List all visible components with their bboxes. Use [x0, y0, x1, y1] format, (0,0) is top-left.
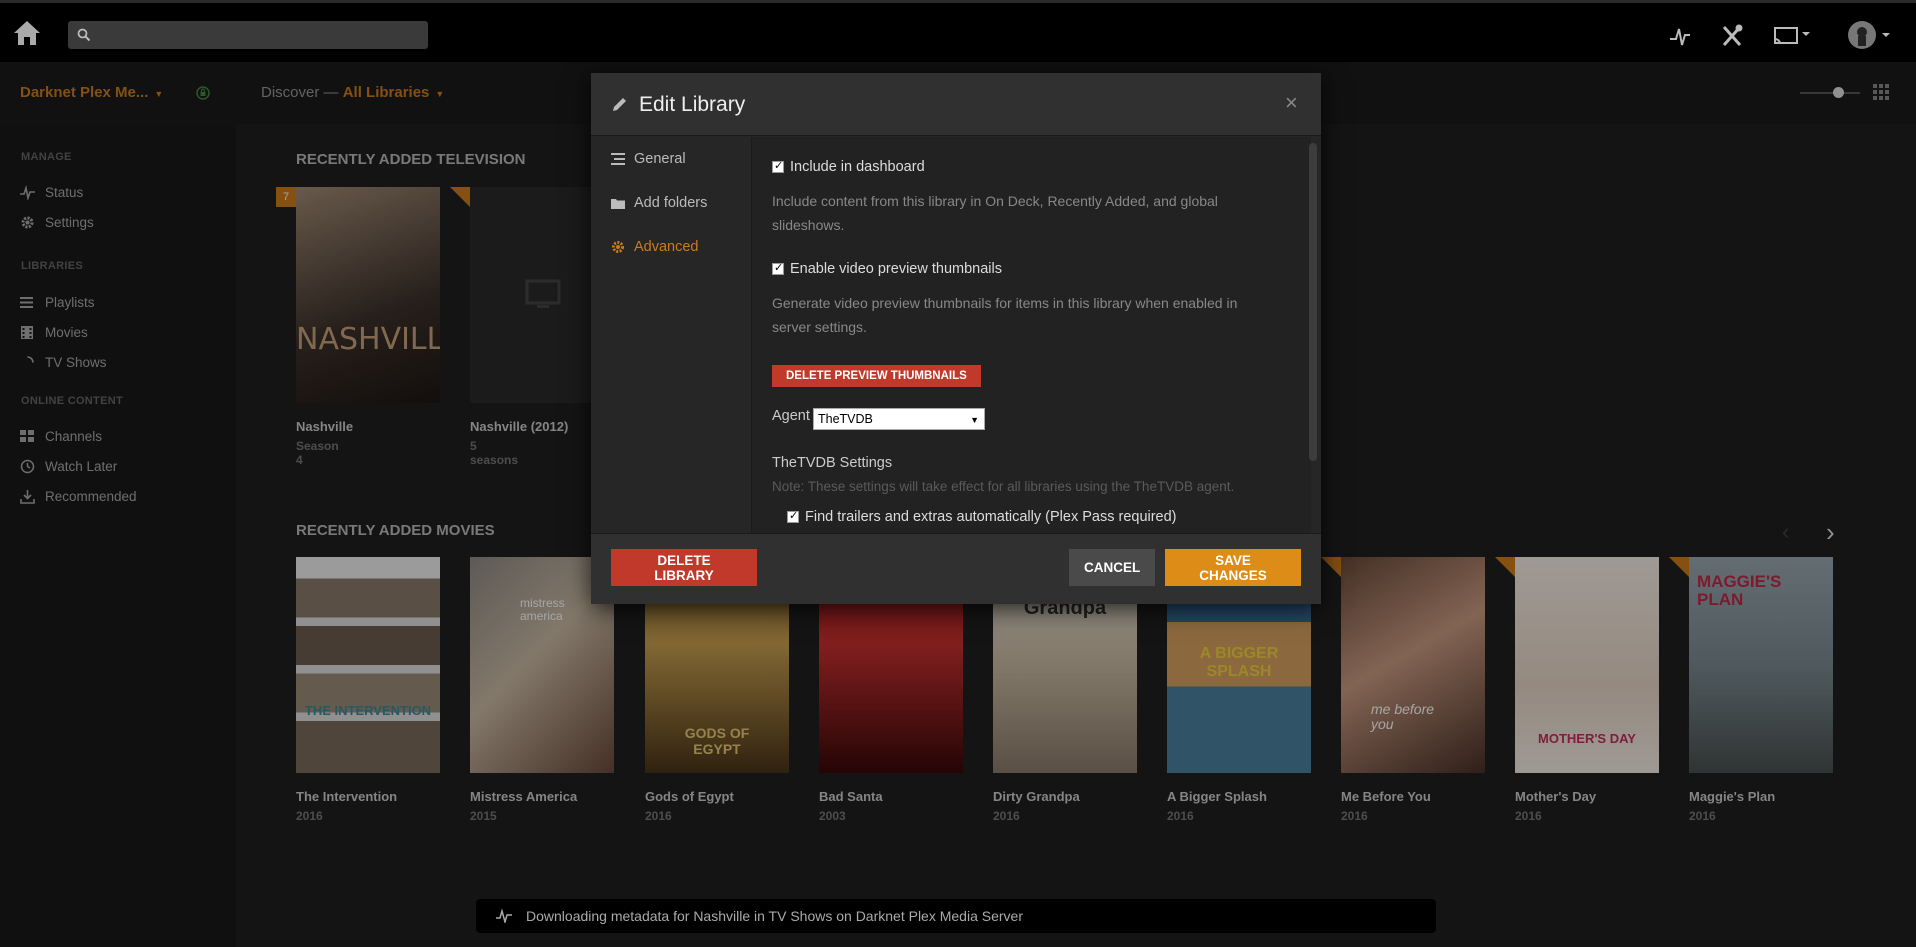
tools-icon[interactable]: [1720, 21, 1744, 49]
home-icon[interactable]: [12, 19, 42, 47]
user-menu[interactable]: [1846, 21, 1894, 49]
nav-label: Add folders: [634, 195, 708, 211]
cancel-button[interactable]: CANCEL: [1069, 549, 1155, 586]
dialog-title: Edit Library: [639, 93, 746, 116]
agent-settings-note: Note: These settings will take effect fo…: [772, 479, 1235, 494]
chevron-down-icon: ▼: [970, 415, 979, 425]
lines-icon: [611, 153, 625, 165]
top-bar: [0, 0, 1916, 62]
agent-label: Agent: [772, 408, 810, 424]
enable-thumbnails-description: Generate video preview thumbnails for it…: [772, 295, 1238, 335]
dialog-nav: General Add folders Advanced: [591, 137, 751, 533]
search-icon: [77, 28, 91, 42]
save-changes-button[interactable]: SAVE CHANGES: [1165, 549, 1301, 586]
pencil-icon: [613, 98, 626, 111]
checkbox-label: Include in dashboard: [790, 159, 925, 175]
cast-icon[interactable]: [1773, 21, 1813, 49]
find-trailers-checkbox[interactable]: [787, 509, 799, 523]
gear-icon: [612, 241, 624, 253]
activity-icon: [496, 909, 512, 923]
agent-select-value: TheTVDB: [818, 412, 873, 426]
avatar-icon: [1848, 21, 1890, 49]
search-box[interactable]: [68, 21, 428, 49]
nav-add-folders[interactable]: Add folders: [611, 195, 707, 211]
toast-text: Downloading metadata for Nashville in TV…: [526, 908, 1023, 924]
checkbox-label: Find trailers and extras automatically (…: [805, 509, 1177, 525]
search-input[interactable]: [98, 25, 418, 45]
nav-label: Advanced: [634, 239, 699, 255]
nav-label: General: [634, 151, 686, 167]
nav-general[interactable]: General: [611, 151, 686, 167]
delete-library-button[interactable]: DELETE LIBRARY: [611, 549, 757, 586]
enable-thumbnails-option[interactable]: Enable video preview thumbnails: [772, 261, 1002, 277]
include-dashboard-checkbox[interactable]: [772, 159, 784, 173]
include-dashboard-description: Include content from this library in On …: [772, 193, 1218, 233]
delete-preview-thumbnails-button[interactable]: DELETE PREVIEW THUMBNAILS: [772, 365, 981, 387]
activity-icon[interactable]: [1669, 21, 1691, 49]
dialog-header: Edit Library ×: [591, 73, 1321, 136]
include-dashboard-option[interactable]: Include in dashboard: [772, 159, 925, 175]
agent-settings-heading: TheTVDB Settings: [772, 455, 893, 471]
dialog-content: Include in dashboard Include content fro…: [751, 137, 1311, 533]
enable-thumbnails-checkbox[interactable]: [772, 261, 784, 275]
dialog-scrollbar[interactable]: [1309, 143, 1317, 461]
close-icon[interactable]: ×: [1285, 90, 1298, 116]
checkbox-label: Enable video preview thumbnails: [790, 261, 1002, 277]
folder-icon: [611, 199, 625, 209]
activity-toast: Downloading metadata for Nashville in TV…: [476, 899, 1436, 933]
nav-advanced[interactable]: Advanced: [611, 239, 699, 255]
dialog-footer: DELETE LIBRARY CANCEL SAVE CHANGES: [591, 533, 1321, 604]
agent-select[interactable]: TheTVDB ▼: [813, 408, 985, 430]
edit-library-dialog: Edit Library × General Add folders Advan…: [591, 73, 1321, 604]
find-trailers-option[interactable]: Find trailers and extras automatically (…: [787, 509, 1177, 525]
